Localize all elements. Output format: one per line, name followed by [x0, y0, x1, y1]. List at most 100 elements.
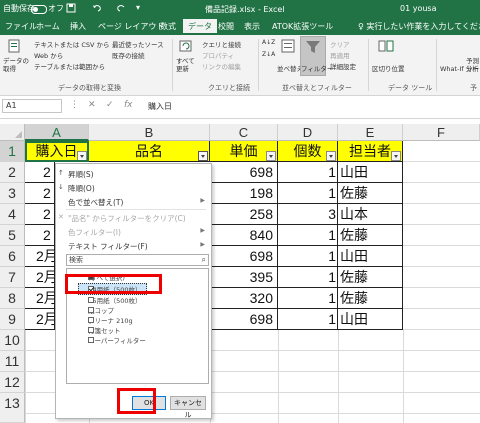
reapply-button[interactable]: 再適用	[330, 50, 350, 60]
filter-dropdown-button[interactable]	[391, 151, 401, 161]
from-web-button[interactable]: Web から	[34, 50, 63, 60]
clear-filter-button[interactable]: クリア	[330, 39, 350, 49]
tab-page-layout[interactable]: ページ レイアウト	[98, 21, 164, 32]
save-icon[interactable]	[66, 3, 76, 15]
forecast-sheet-button[interactable]: 予測 シート	[466, 57, 480, 73]
table-cell[interactable]: 2月	[25, 246, 55, 267]
sort-ascending-button[interactable]: A↓Z	[262, 39, 275, 46]
properties-button[interactable]: プロパティ	[202, 50, 234, 60]
checkbox[interactable]	[88, 307, 94, 313]
table-cell[interactable]: 698	[210, 309, 278, 330]
customize-qat-icon[interactable]: ▾	[136, 3, 140, 12]
checkbox[interactable]	[88, 297, 94, 303]
autosave-toggle[interactable]	[31, 5, 47, 14]
row-header-2[interactable]: 2	[0, 162, 25, 183]
filter-button[interactable]: フィルター	[301, 63, 333, 73]
from-table-button[interactable]: テーブルまたは範囲から	[34, 61, 105, 71]
tell-me-search[interactable]: ♀ 実行したい作業を入力してください	[358, 21, 480, 32]
row-header-13[interactable]: 13	[0, 393, 25, 423]
row-header-12[interactable]: 12	[0, 372, 25, 393]
tab-formulas[interactable]: 数式	[160, 21, 176, 32]
table-cell[interactable]: 1	[278, 183, 338, 204]
cancel-icon[interactable]: ✕	[88, 100, 96, 110]
row-header-11[interactable]: 11	[0, 351, 25, 372]
filter-dropdown-button[interactable]	[198, 151, 208, 161]
header-cell-item-name[interactable]: 品名	[89, 141, 210, 162]
tab-view[interactable]: 表示	[244, 21, 260, 32]
table-cell[interactable]: 198	[210, 183, 278, 204]
insert-function-icon[interactable]: fx	[124, 100, 133, 110]
text-to-columns-button[interactable]: 区切り位置	[372, 63, 405, 73]
select-all-corner[interactable]	[0, 124, 25, 141]
table-cell[interactable]: 1	[278, 246, 338, 267]
checkbox[interactable]	[88, 337, 94, 343]
from-text-csv-button[interactable]: テキストまたは CSV から	[34, 39, 110, 49]
advanced-filter-button[interactable]: 詳細設定	[330, 61, 356, 71]
list-item-paper-filter[interactable]: ペーパーフィルター	[79, 335, 146, 345]
existing-connections-button[interactable]: 既存の接続	[112, 50, 145, 60]
table-cell[interactable]: 1	[278, 288, 338, 309]
column-header-b[interactable]: B	[89, 124, 210, 141]
recent-sources-button[interactable]: 最近使ったソース	[112, 39, 164, 49]
name-box[interactable]: A1	[2, 99, 62, 113]
refresh-all-button[interactable]: すべて 更新	[176, 57, 195, 73]
undo-icon[interactable]	[92, 3, 102, 15]
table-cell[interactable]: 3	[278, 204, 338, 225]
table-cell[interactable]: 698	[210, 162, 278, 183]
list-item-cleaner[interactable]: クリーナ 210g	[79, 315, 133, 325]
table-cell[interactable]: 1	[278, 162, 338, 183]
table-cell[interactable]: 佐藤	[338, 288, 403, 309]
row-header-3[interactable]: 3	[0, 183, 25, 204]
redo-icon[interactable]	[116, 3, 126, 15]
tab-atok[interactable]: ATOK拡張ツール	[272, 21, 333, 32]
list-item-sticky-notes[interactable]: 付箋セット	[79, 325, 121, 335]
row-header-6[interactable]: 6	[0, 246, 25, 267]
menu-clear-filter[interactable]: "品名" からフィルターをクリア(C)	[68, 213, 186, 224]
row-header-7[interactable]: 7	[0, 267, 25, 288]
checkbox[interactable]	[88, 317, 94, 323]
column-header-f[interactable]: F	[403, 124, 480, 141]
column-header-c[interactable]: C	[210, 124, 278, 141]
column-header-e[interactable]: E	[338, 124, 403, 141]
table-cell[interactable]: 698	[210, 246, 278, 267]
user-name[interactable]: 01 yousa	[400, 4, 437, 13]
tab-home[interactable]: ホーム	[36, 21, 60, 32]
table-cell[interactable]: 258	[210, 204, 278, 225]
enter-icon[interactable]: ✓	[106, 100, 114, 110]
row-header-8[interactable]: 8	[0, 288, 25, 309]
menu-sort-by-color[interactable]: 色で並べ替え(T)	[68, 197, 123, 208]
table-cell[interactable]: 2月	[25, 267, 55, 288]
table-cell[interactable]: 840	[210, 225, 278, 246]
checkbox[interactable]	[88, 327, 94, 333]
table-cell[interactable]: 1	[278, 225, 338, 246]
table-cell[interactable]: 山田	[338, 309, 403, 330]
edit-links-button[interactable]: リンクの編集	[202, 61, 241, 71]
table-cell[interactable]: 395	[210, 267, 278, 288]
filter-search-input[interactable]: 検索 ⌕	[66, 254, 209, 266]
table-cell[interactable]: 山田	[338, 162, 403, 183]
filter-dropdown-button[interactable]	[266, 151, 276, 161]
column-f-cells[interactable]	[403, 141, 480, 330]
table-cell[interactable]: 320	[210, 288, 278, 309]
table-cell[interactable]: 佐藤	[338, 267, 403, 288]
table-cell[interactable]: 山田	[338, 246, 403, 267]
table-cell[interactable]: 2	[25, 204, 55, 225]
list-item-paper-cup[interactable]: 紙コップ	[79, 305, 114, 315]
table-cell[interactable]: 山本	[338, 204, 403, 225]
table-cell[interactable]: 佐藤	[338, 225, 403, 246]
tab-file[interactable]: ファイル	[5, 21, 37, 32]
table-cell[interactable]: 2月	[25, 288, 55, 309]
table-cell[interactable]: 佐藤	[338, 183, 403, 204]
sort-descending-button[interactable]: Z↓A	[262, 51, 275, 58]
column-header-a[interactable]: A	[25, 124, 89, 141]
cancel-button[interactable]: キャンセル	[170, 396, 206, 419]
table-cell[interactable]: 2	[25, 225, 55, 246]
tab-data[interactable]: データ	[183, 19, 217, 33]
formula-input[interactable]: 購入日	[148, 101, 172, 112]
menu-filter-by-color[interactable]: 色フィルター(I)	[68, 227, 121, 238]
table-cell[interactable]: 2	[25, 162, 55, 183]
column-header-d[interactable]: D	[278, 124, 338, 141]
queries-connections-button[interactable]: クエリと接続	[202, 39, 241, 49]
row-header-4[interactable]: 4	[0, 204, 25, 225]
menu-text-filters[interactable]: テキスト フィルター(F)	[68, 241, 148, 252]
